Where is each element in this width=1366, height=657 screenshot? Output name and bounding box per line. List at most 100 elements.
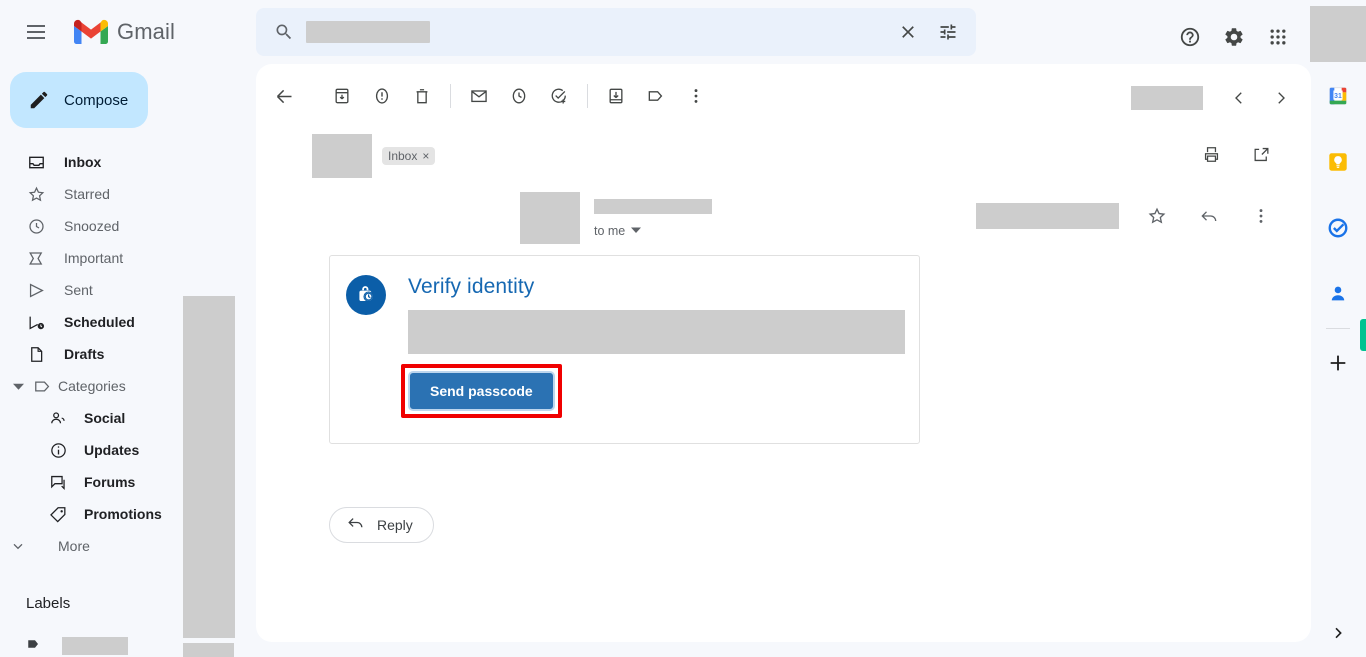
top-app-bar: Gmail: [0, 0, 1366, 64]
print-icon[interactable]: [1191, 134, 1231, 174]
reply-button[interactable]: Reply: [329, 507, 434, 543]
open-in-new-window-icon[interactable]: [1241, 134, 1281, 174]
svg-text:31: 31: [1334, 93, 1342, 100]
google-contacts-icon[interactable]: [1310, 266, 1366, 322]
sidebar-item-important[interactable]: Important: [0, 242, 256, 274]
side-panel-green-tab[interactable]: [1360, 319, 1366, 351]
card-body: Verify identity Send passcode: [401, 275, 931, 418]
message-date-redacted: [976, 203, 1119, 229]
trash-delete-icon[interactable]: [402, 76, 442, 116]
card-inner: Verify identity Send passcode: [330, 256, 919, 418]
search-options-icon[interactable]: [928, 12, 968, 52]
sidebar-item-label: Promotions: [84, 506, 162, 522]
search-icon[interactable]: [264, 12, 304, 52]
promotions-count-redacted: [183, 643, 234, 657]
recipient-caret-down-icon[interactable]: [631, 222, 642, 240]
gmail-window: Gmail Compose Inbox Starred Snoozed Impo…: [0, 0, 1366, 657]
brand-title: Gmail: [117, 19, 175, 44]
rail-divider: [1326, 328, 1350, 329]
account-avatar[interactable]: [1310, 6, 1366, 62]
back-arrow-icon[interactable]: [264, 76, 304, 116]
sidebar-nav: Inbox Starred Snoozed Important Sent Sch…: [0, 146, 256, 657]
subject-actions: [1191, 134, 1281, 174]
inbox-label-chip[interactable]: Inbox ×: [382, 147, 436, 165]
more-spacer-icon: [32, 536, 52, 556]
sidebar-item-snoozed[interactable]: Snoozed: [0, 210, 256, 242]
reply-arrow-icon: [346, 513, 365, 537]
send-passcode-button[interactable]: Send passcode: [408, 371, 555, 411]
inbox-icon: [26, 152, 46, 172]
toolbar-divider: [450, 84, 451, 108]
left-sidebar: Compose Inbox Starred Snoozed Important …: [0, 64, 256, 657]
important-icon: [26, 248, 46, 268]
pagination: [1131, 78, 1301, 118]
chip-remove-icon[interactable]: ×: [422, 149, 429, 163]
reply-arrow-icon[interactable]: [1189, 196, 1229, 236]
draft-file-icon: [26, 344, 46, 364]
recipient-label: to me: [594, 224, 626, 238]
pagination-count-redacted: [1131, 86, 1203, 110]
report-spam-icon[interactable]: [362, 76, 402, 116]
sender-name-redacted: [594, 199, 712, 214]
chevron-left-icon[interactable]: [1219, 78, 1259, 118]
clock-snooze-icon[interactable]: [499, 76, 539, 116]
sender-meta: to me: [594, 199, 712, 240]
compose-label: Compose: [64, 91, 129, 109]
chevron-right-icon[interactable]: [1261, 78, 1301, 118]
sidebar-item-inbox[interactable]: Inbox: [0, 146, 256, 178]
search-input[interactable]: [306, 21, 430, 43]
sidebar-item-label: Social: [84, 410, 126, 426]
gear-icon[interactable]: [1214, 17, 1254, 57]
google-calendar-icon[interactable]: 31: [1310, 68, 1366, 124]
message-actions: [976, 196, 1281, 236]
clear-search-icon[interactable]: [888, 12, 928, 52]
compose-button[interactable]: Compose: [10, 72, 148, 128]
subject-redacted: [312, 134, 372, 178]
sidebar-item-label: Forums: [84, 474, 136, 490]
hamburger-menu-icon[interactable]: [12, 8, 60, 56]
label-name-redacted: [62, 637, 128, 655]
expand-side-panel-chevron-right-icon[interactable]: [1310, 613, 1366, 653]
sidebar-item-label: Scheduled: [64, 314, 135, 330]
sidebar-item-label: Snoozed: [64, 218, 120, 234]
help-question-icon[interactable]: [1170, 17, 1210, 57]
search-bar[interactable]: [256, 8, 976, 56]
label-tag-icon: [32, 376, 52, 396]
sidebar-item-label: Important: [64, 250, 124, 266]
sender-row: to me: [256, 192, 1311, 244]
subject-row: Inbox ×: [256, 134, 1311, 178]
star-outline-icon[interactable]: [1137, 196, 1177, 236]
mail-unread-icon[interactable]: [459, 76, 499, 116]
recipient-row[interactable]: to me: [594, 222, 712, 240]
more-vertical-icon[interactable]: [676, 76, 716, 116]
google-tasks-icon[interactable]: [1310, 200, 1366, 256]
forum-chat-icon: [48, 472, 68, 492]
chevron-down-icon: [10, 538, 26, 554]
email-body-card: Verify identity Send passcode: [329, 255, 920, 444]
sidebar-item-label: Sent: [64, 282, 93, 298]
toolbar-divider: [587, 84, 588, 108]
google-keep-icon[interactable]: [1310, 134, 1366, 190]
scheduled-icon: [26, 312, 46, 332]
sidebar-item-label: Drafts: [64, 346, 105, 362]
caret-down-icon: [10, 378, 26, 394]
lock-clock-icon: [346, 275, 386, 315]
task-check-icon[interactable]: [539, 76, 579, 116]
reply-button-label: Reply: [377, 517, 413, 533]
labels-icon[interactable]: [636, 76, 676, 116]
gmail-brand: Gmail: [74, 19, 175, 45]
pencil-compose-icon: [30, 91, 48, 109]
card-title: Verify identity: [408, 275, 535, 298]
chip-label: Inbox: [388, 149, 418, 163]
labels-title: Labels: [26, 594, 71, 612]
move-to-inbox-icon[interactable]: [596, 76, 636, 116]
apps-grid-icon[interactable]: [1258, 17, 1298, 57]
sidebar-item-starred[interactable]: Starred: [0, 178, 256, 210]
right-side-panel: 31: [1310, 64, 1366, 657]
sidebar-item-label: Updates: [84, 442, 140, 458]
send-icon: [26, 280, 46, 300]
message-more-vertical-icon[interactable]: [1241, 196, 1281, 236]
add-side-panel-app-icon[interactable]: [1310, 335, 1366, 391]
sidebar-item-label: Categories: [58, 378, 126, 394]
archive-icon[interactable]: [322, 76, 362, 116]
